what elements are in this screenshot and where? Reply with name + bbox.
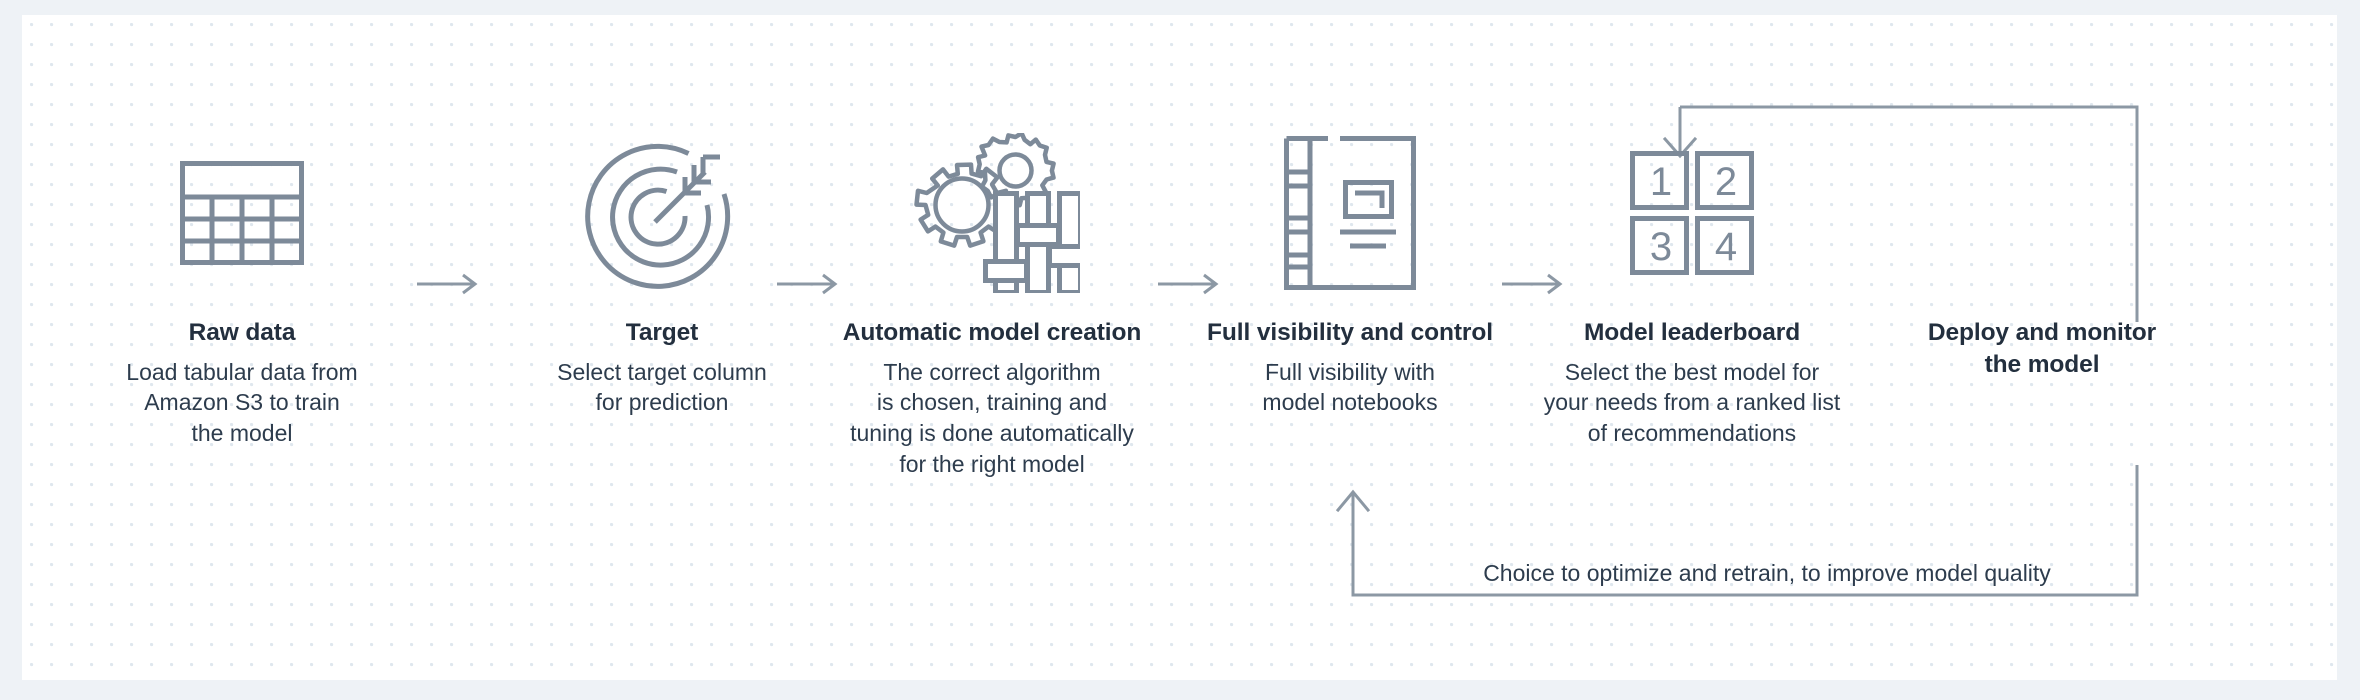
desc-line: for the right model <box>899 450 1085 477</box>
slider-handle-3 <box>1047 244 1080 268</box>
desc-line: the model <box>191 420 293 446</box>
stage-title: Model leaderboard <box>1583 319 1801 346</box>
slider-handle-1 <box>983 259 1029 283</box>
stage-full-visibility-and-control[interactable]: Full visibility and control Full visibil… <box>1190 133 1510 418</box>
leaderboard-cell-1-label: 1 <box>1650 160 1672 204</box>
stage-description: Select target column for prediction <box>512 357 812 418</box>
desc-line: of recommendations <box>1587 420 1797 446</box>
gears-and-sliders-icon <box>827 133 1157 293</box>
arrow-right-icon <box>417 273 478 295</box>
target-with-arrow-icon <box>512 133 812 293</box>
stage-automatic-model-creation[interactable]: Automatic model creation The correct alg… <box>827 133 1157 479</box>
stage-description: The correct algorithm is chosen, trainin… <box>827 357 1157 479</box>
desc-line: model notebooks <box>1262 389 1438 416</box>
connector-arrow-1 <box>417 273 479 300</box>
desc-line: Amazon S3 to train <box>144 389 340 416</box>
desc-line: tuning is done automatically <box>850 420 1134 446</box>
stage-model-leaderboard[interactable]: 1 2 3 4 Model leaderboard Select the bes… <box>1522 133 1862 449</box>
title-line: the model <box>1984 350 2100 378</box>
stage-title: Raw data <box>188 319 296 346</box>
diagram-canvas: Raw data Load tabular data from Amazon S… <box>22 15 2337 680</box>
stage-title: Automatic model creation <box>842 319 1142 346</box>
desc-line: for prediction <box>595 389 729 416</box>
stage-raw-data[interactable]: Raw data Load tabular data from Amazon S… <box>92 133 392 449</box>
deploy-icon-placeholder <box>1882 133 2202 293</box>
title-line: Deploy and monitor <box>1927 319 2157 346</box>
desc-line: Select target column <box>557 358 767 385</box>
desc-line: Select the best model for <box>1564 358 1820 385</box>
ranked-grid-icon: 1 2 3 4 <box>1522 133 1862 293</box>
notebook-icon <box>1190 133 1510 293</box>
stage-title: Full visibility and control <box>1207 319 1493 346</box>
diagram-page: Raw data Load tabular data from Amazon S… <box>0 0 2360 700</box>
desc-line: Full visibility with <box>1265 358 1435 385</box>
leaderboard-cell-4-label: 4 <box>1715 225 1737 269</box>
stage-title: Deploy and monitor the model <box>1882 317 2202 381</box>
stage-target[interactable]: Target Select target column for predicti… <box>512 133 812 418</box>
stage-description: Load tabular data from Amazon S3 to trai… <box>92 357 392 449</box>
leaderboard-cell-2-label: 2 <box>1715 160 1737 204</box>
stage-description: Full visibility with model notebooks <box>1190 357 1510 418</box>
desc-line: is chosen, training and <box>876 389 1108 416</box>
stage-title: Target <box>625 319 699 346</box>
slider-handle-2 <box>1015 223 1061 247</box>
desc-line: your needs from a ranked list <box>1543 389 1841 416</box>
feedback-loop-label: Choice to optimize and retrain, to impro… <box>1483 560 2051 586</box>
leaderboard-cell-3-label: 3 <box>1650 225 1672 269</box>
table-icon <box>92 133 392 293</box>
desc-line: Load tabular data from <box>126 358 358 385</box>
stage-deploy-and-monitor[interactable]: Deploy and monitor the model <box>1882 133 2202 381</box>
stage-description: Select the best model for your needs fro… <box>1522 357 1862 449</box>
desc-line: The correct algorithm <box>883 358 1101 385</box>
